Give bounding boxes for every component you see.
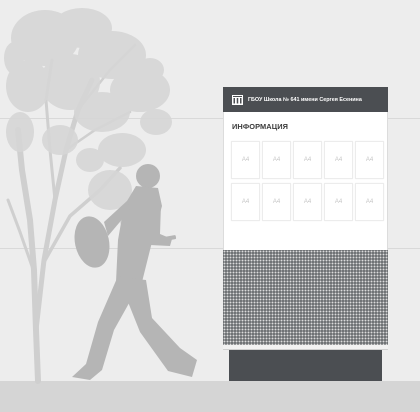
school-building-icon: [232, 94, 243, 105]
a4-sheet: A4: [293, 141, 322, 179]
information-sign: ГБОУ Школа № 641 имени Сергея Есенина ИН…: [223, 87, 388, 381]
a4-sheet: A4: [324, 183, 353, 221]
signage-mockup-scene: ГБОУ Школа № 641 имени Сергея Есенина ИН…: [0, 0, 420, 412]
a4-sheet: A4: [231, 141, 260, 179]
school-name: ГБОУ Школа № 641 имени Сергея Есенина: [248, 96, 362, 103]
a4-sheet: A4: [262, 141, 291, 179]
person-front-leg: [126, 278, 197, 377]
a4-sheet: A4: [262, 183, 291, 221]
sheet-label: A4: [365, 157, 374, 163]
a4-sheet: A4: [355, 141, 384, 179]
perforated-panel: [223, 250, 388, 345]
a4-sheet: A4: [231, 183, 260, 221]
sign-base: [229, 350, 382, 381]
sign-header: ГБОУ Школа № 641 имени Сергея Есенина: [223, 87, 388, 112]
walking-person-silhouette: [72, 164, 197, 380]
sheet-label: A4: [334, 199, 343, 205]
sheet-label: A4: [272, 157, 281, 163]
person-head: [136, 164, 160, 188]
sheet-label: A4: [241, 157, 250, 163]
info-panel: ИНФОРМАЦИЯ A4 A4 A4 A4 A4 A4 A4 A4 A4 A4: [223, 112, 388, 250]
sheet-label: A4: [241, 199, 250, 205]
panel-title: ИНФОРМАЦИЯ: [232, 122, 289, 131]
a4-sheet: A4: [355, 183, 384, 221]
sheet-label: A4: [303, 157, 312, 163]
sheet-label: A4: [365, 199, 374, 205]
sheet-label: A4: [272, 199, 281, 205]
a4-sheet: A4: [324, 141, 353, 179]
sheet-label: A4: [334, 157, 343, 163]
a4-sheet: A4: [293, 183, 322, 221]
a4-sheet-grid: A4 A4 A4 A4 A4 A4 A4 A4 A4 A4: [231, 141, 384, 221]
sheet-label: A4: [303, 199, 312, 205]
